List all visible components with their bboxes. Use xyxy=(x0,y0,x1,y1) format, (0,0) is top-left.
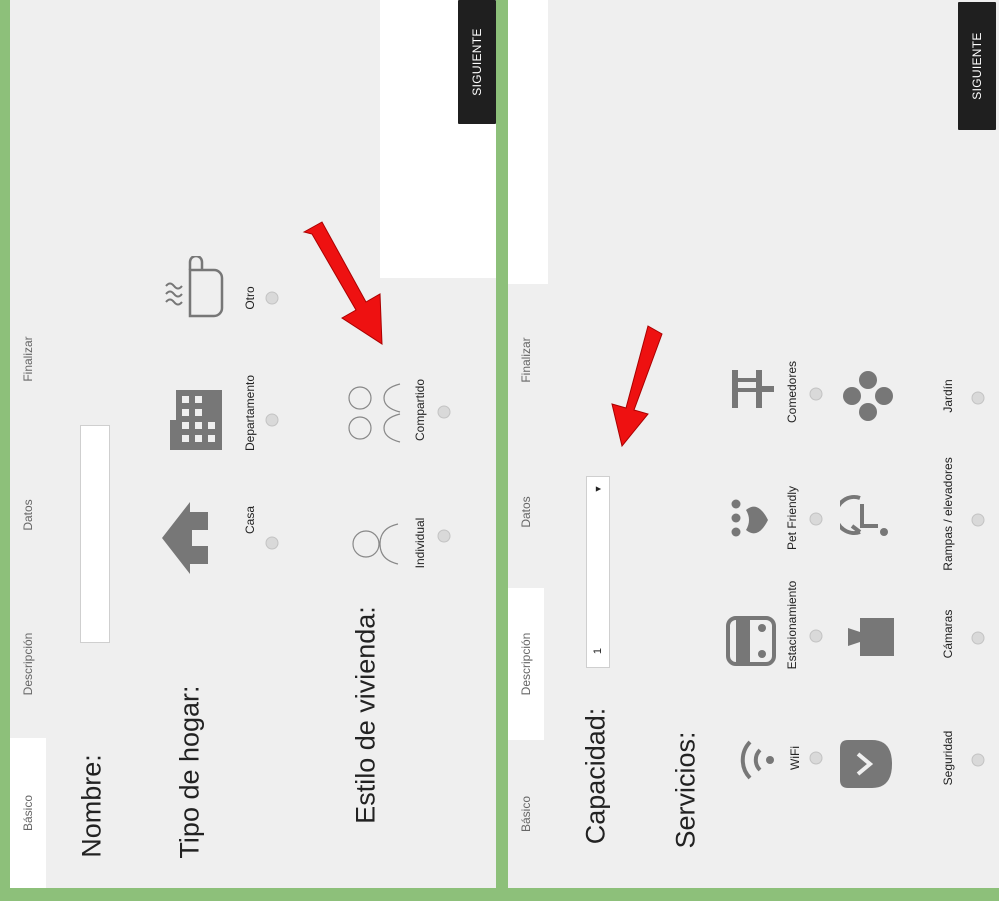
flower-icon xyxy=(843,371,893,421)
paw-icon xyxy=(731,499,768,537)
camera-icon xyxy=(848,618,894,656)
tab-basico-label: Básico xyxy=(21,794,35,832)
chevron-down-icon: ▼ xyxy=(593,484,603,494)
pet-friendly-checkbox[interactable] xyxy=(809,512,823,526)
comedores-label: Comedores xyxy=(785,360,799,424)
wifi-label: WiFi xyxy=(788,746,802,770)
wheelchair-icon xyxy=(840,495,888,536)
building-icon xyxy=(170,390,222,450)
individual-radio[interactable] xyxy=(437,529,451,543)
nombre-input[interactable] xyxy=(80,425,110,643)
jardin-label: Jardín xyxy=(941,379,955,413)
otro-radio[interactable] xyxy=(265,291,279,305)
estilo-vivienda-label: Estilo de vivienda: xyxy=(350,606,381,824)
tab-descripcion[interactable]: Descripción xyxy=(10,590,46,738)
house-icon xyxy=(162,502,208,574)
compartido-label: Compartido xyxy=(413,378,427,442)
capacidad-select[interactable]: 1 ▼ xyxy=(586,476,610,668)
jardin-checkbox[interactable] xyxy=(971,391,985,405)
pet-friendly-label: Pet Friendly xyxy=(785,485,799,551)
car-icon xyxy=(726,616,776,666)
next-button[interactable]: SIGUIENTE xyxy=(458,0,496,124)
cutlery-icon xyxy=(732,370,774,408)
seguridad-checkbox[interactable] xyxy=(971,753,985,767)
wifi-checkbox[interactable] xyxy=(809,751,823,765)
rampas-label: Rampas / elevadores xyxy=(941,457,955,571)
shield-icon xyxy=(840,740,892,788)
tab-datos-label: Datos xyxy=(519,496,533,528)
estacionamiento-checkbox[interactable] xyxy=(809,629,823,643)
departamento-label: Departamento xyxy=(243,374,257,452)
wifi-icon xyxy=(740,740,774,780)
servicios-label: Servicios: xyxy=(670,731,701,849)
tipo-hogar-label: Tipo de hogar: xyxy=(174,685,205,859)
next-button[interactable]: SIGUIENTE xyxy=(958,2,996,130)
tab-basico[interactable]: Básico xyxy=(10,738,46,888)
estacionamiento-label: Estacionamiento xyxy=(785,580,799,670)
red-arrow-annotation xyxy=(611,325,663,448)
nombre-label: Nombre: xyxy=(76,754,107,858)
header-whitespace xyxy=(508,0,548,284)
tab-basico-label: Básico xyxy=(519,795,533,833)
people-icon xyxy=(348,383,401,443)
tab-basico[interactable]: Básico xyxy=(508,740,544,888)
otro-label: Otro xyxy=(243,286,257,310)
tab-descripcion-label: Descripción xyxy=(519,632,533,696)
cup-icon xyxy=(165,256,224,318)
capacidad-label: Capacidad: xyxy=(580,707,611,845)
seguridad-label: Seguridad xyxy=(941,730,955,786)
tab-finalizar-label: Finalizar xyxy=(519,337,533,383)
comedores-checkbox[interactable] xyxy=(809,387,823,401)
right-screen: Básico Descripción Datos Finalizar Capac… xyxy=(508,0,999,888)
individual-label: Individual xyxy=(413,517,427,569)
red-arrow-annotation xyxy=(302,221,383,345)
tab-finalizar[interactable]: Finalizar xyxy=(508,284,544,436)
tab-finalizar-label: Finalizar xyxy=(21,336,35,382)
camaras-label: Cámaras xyxy=(941,609,955,659)
tab-datos-label: Datos xyxy=(21,499,35,531)
camaras-checkbox[interactable] xyxy=(971,631,985,645)
casa-radio[interactable] xyxy=(265,536,279,550)
tab-descripcion-label: Descripción xyxy=(21,632,35,696)
tab-datos[interactable]: Datos xyxy=(10,440,46,590)
tab-descripcion[interactable]: Descripción xyxy=(508,588,544,740)
left-screen: Básico Descripción Datos Finalizar Nombr… xyxy=(10,0,496,888)
tab-finalizar[interactable]: Finalizar xyxy=(10,278,46,440)
compartido-radio[interactable] xyxy=(437,405,451,419)
tab-datos[interactable]: Datos xyxy=(508,436,544,588)
rampas-checkbox[interactable] xyxy=(971,513,985,527)
person-icon xyxy=(352,523,399,565)
casa-label: Casa xyxy=(243,505,257,535)
departamento-radio[interactable] xyxy=(265,413,279,427)
capacidad-value: 1 xyxy=(592,647,604,655)
